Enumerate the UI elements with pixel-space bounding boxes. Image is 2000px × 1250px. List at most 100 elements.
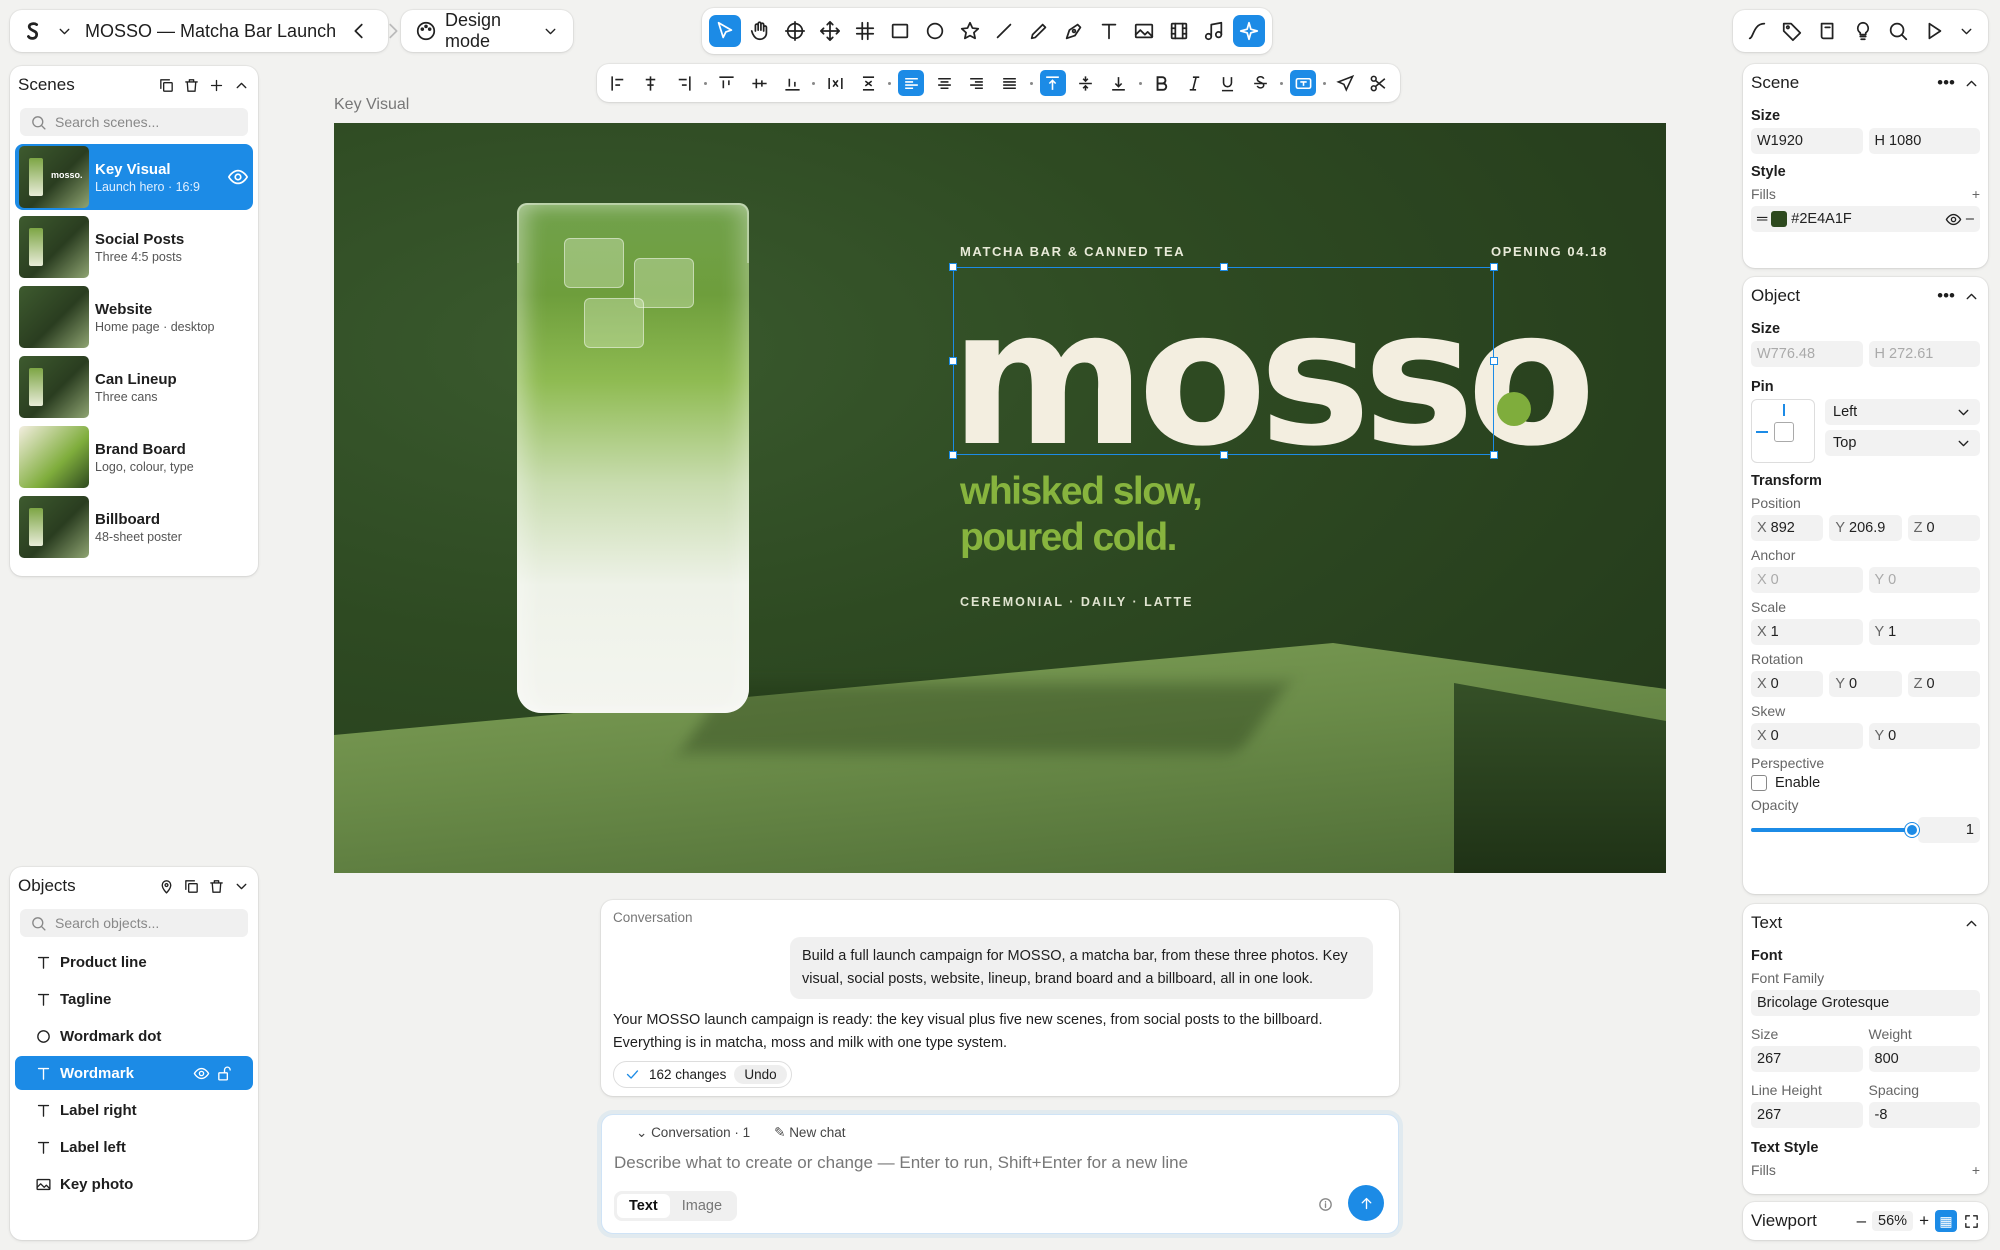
chevron-up-icon[interactable] [1963, 286, 1980, 306]
rotation-z-field[interactable]: Z0 [1907, 671, 1980, 697]
line-height-field[interactable]: 267 [1751, 1102, 1863, 1128]
spacing-field[interactable]: -8 [1868, 1102, 1980, 1128]
scene-item-social-posts[interactable]: Social Posts Three 4:5 posts [15, 214, 253, 280]
tagline-text[interactable]: whisked slow, poured cold. [960, 469, 1203, 561]
object-item-label-left[interactable]: Label left [15, 1130, 253, 1164]
resize-handle[interactable] [1220, 451, 1228, 459]
align-center-h-icon[interactable] [638, 70, 664, 96]
font-weight-field[interactable]: 800 [1868, 1046, 1980, 1072]
send-icon[interactable] [1333, 70, 1359, 96]
chevron-up-icon[interactable] [1963, 915, 1980, 932]
book-icon[interactable] [1817, 20, 1839, 42]
pin-vertical-select[interactable]: Top [1825, 430, 1980, 456]
resize-handle[interactable] [949, 451, 957, 459]
vertical-align-middle-icon[interactable] [1073, 70, 1099, 96]
add-fill-button[interactable]: + [1972, 186, 1980, 202]
resize-handle[interactable] [1490, 357, 1498, 365]
pin-icon[interactable] [158, 878, 175, 895]
expand-icon[interactable] [1963, 1213, 1980, 1230]
align-middle-icon[interactable] [747, 70, 773, 96]
remove-fill-button[interactable]: – [1966, 211, 1974, 227]
hand-tool[interactable] [744, 15, 776, 47]
ellipse-tool[interactable] [919, 15, 951, 47]
back-arrow-icon[interactable] [348, 20, 370, 42]
more-icon[interactable]: ••• [1937, 286, 1955, 306]
unlock-icon[interactable] [216, 1065, 233, 1082]
object-item-key-photo[interactable]: Key photo [15, 1167, 253, 1201]
audio-tool[interactable] [1198, 15, 1230, 47]
trash-icon[interactable] [183, 77, 200, 94]
chevron-down-icon[interactable] [1958, 23, 1975, 40]
skew-x-field[interactable]: X0 [1751, 723, 1863, 749]
label-left[interactable]: MATCHA BAR & CANNED TEA [960, 244, 1185, 259]
text-align-right-icon[interactable] [964, 70, 990, 96]
chevron-down-icon[interactable] [56, 23, 73, 40]
position-x-field[interactable]: X 892 [1751, 515, 1824, 541]
chevron-down-icon[interactable] [233, 878, 250, 895]
zoom-out-button[interactable]: – [1857, 1211, 1866, 1231]
pencil-tool[interactable] [1023, 15, 1055, 47]
artboard-key-visual[interactable]: MATCHA BAR & CANNED TEA OPENING 04.18 mo… [334, 123, 1666, 873]
text-tool[interactable] [1093, 15, 1125, 47]
eye-icon[interactable] [1945, 211, 1962, 228]
resize-handle[interactable] [949, 263, 957, 271]
label-right[interactable]: OPENING 04.18 [1491, 244, 1608, 259]
more-icon[interactable]: ••• [1937, 73, 1955, 93]
resize-handle[interactable] [1490, 263, 1498, 271]
product-line-text[interactable]: CEREMONIAL · DAILY · LATTE [960, 595, 1194, 609]
strikethrough-icon[interactable] [1247, 70, 1273, 96]
scene-item-brand-board[interactable]: Brand Board Logo, colour, type [15, 424, 253, 490]
underline-icon[interactable] [1214, 70, 1240, 96]
fill-row[interactable]: ═ #2E4A1F – [1751, 206, 1980, 232]
wordmark-dot[interactable] [1497, 392, 1531, 426]
scene-width-field[interactable]: W1920 [1751, 128, 1863, 154]
add-text-fill-button[interactable]: + [1972, 1162, 1980, 1178]
pin-widget[interactable] [1751, 399, 1815, 463]
image-tool[interactable] [1128, 15, 1160, 47]
vertical-align-bottom-icon[interactable] [1106, 70, 1132, 96]
opacity-slider-knob[interactable] [1905, 823, 1919, 837]
mode-text-button[interactable]: Text [617, 1194, 670, 1218]
object-item-wordmark[interactable]: Wordmark [15, 1056, 253, 1090]
text-align-left-icon[interactable] [898, 70, 925, 96]
distribute-h-icon[interactable] [822, 70, 848, 96]
object-width-field[interactable]: W776.48 [1751, 341, 1863, 367]
conversation-selector[interactable]: ⌄ Conversation · 1 [636, 1125, 750, 1141]
opacity-field[interactable]: 1 [1918, 817, 1980, 843]
align-left-icon[interactable] [605, 70, 631, 96]
changes-chip[interactable]: 162 changes Undo [613, 1061, 792, 1088]
design-mode-dropdown[interactable]: Design mode [401, 10, 573, 52]
ai-tool[interactable] [1232, 15, 1265, 47]
app-logo-icon[interactable] [22, 20, 44, 42]
scene-item-can-lineup[interactable]: Can Lineup Three cans [15, 354, 253, 420]
italic-icon[interactable] [1181, 70, 1207, 96]
info-icon[interactable] [1317, 1196, 1334, 1213]
anchor-y-field[interactable]: Y0 [1868, 567, 1980, 593]
distribute-v-icon[interactable] [855, 70, 881, 96]
rotation-y-field[interactable]: Y0 [1829, 671, 1902, 697]
scene-height-field[interactable]: H 1080 [1868, 128, 1980, 154]
star-tool[interactable] [954, 15, 986, 47]
transform-tool[interactable] [814, 15, 846, 47]
scale-y-field[interactable]: Y1 [1868, 619, 1980, 645]
video-tool[interactable] [1163, 15, 1195, 47]
fill-swatch[interactable] [1771, 211, 1788, 227]
object-height-field[interactable]: H 272.61 [1868, 341, 1980, 367]
eye-icon[interactable] [227, 166, 249, 188]
opacity-slider[interactable] [1751, 823, 1919, 837]
eye-icon[interactable] [193, 1065, 210, 1082]
object-item-label-right[interactable]: Label right [15, 1093, 253, 1127]
bold-icon[interactable] [1148, 70, 1174, 96]
scene-item-billboard[interactable]: Billboard 48-sheet poster [15, 494, 253, 560]
font-size-field[interactable]: 267 [1751, 1046, 1863, 1072]
chevron-up-icon[interactable] [233, 77, 250, 94]
font-family-field[interactable]: Bricolage Grotesque [1751, 990, 1980, 1016]
zoom-in-button[interactable]: + [1919, 1211, 1929, 1231]
trash-icon[interactable] [208, 878, 225, 895]
resize-handle[interactable] [1490, 451, 1498, 459]
text-align-center-icon[interactable] [931, 70, 957, 96]
resize-handle[interactable] [949, 357, 957, 365]
drag-handle-icon[interactable]: ═ [1757, 211, 1767, 227]
perspective-checkbox[interactable] [1751, 775, 1767, 791]
undo-button[interactable]: Undo [734, 1065, 787, 1084]
